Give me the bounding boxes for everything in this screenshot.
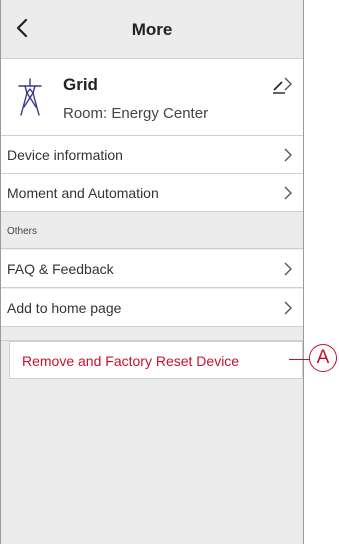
power-pylon-icon bbox=[18, 78, 42, 116]
chevron-right-icon bbox=[284, 301, 292, 315]
device-room: Room: Energy Center bbox=[63, 105, 209, 122]
remove-factory-reset-label: Remove and Factory Reset Device bbox=[22, 353, 240, 369]
section-divider bbox=[1, 327, 303, 341]
add-to-home-label: Add to home page bbox=[7, 300, 122, 316]
chevron-right-icon[interactable] bbox=[283, 76, 293, 92]
more-screen: More Grid Room: Energy Center Device inf… bbox=[0, 0, 304, 544]
chevron-right-icon bbox=[284, 262, 292, 276]
callout-marker: A bbox=[309, 344, 337, 372]
moment-automation-label: Moment and Automation bbox=[7, 185, 159, 201]
faq-feedback-row[interactable]: FAQ & Feedback bbox=[1, 250, 303, 288]
others-section-title: Others bbox=[7, 226, 38, 237]
device-card[interactable]: Grid Room: Energy Center bbox=[1, 59, 303, 136]
others-section-header: Others bbox=[1, 213, 303, 249]
chevron-right-icon bbox=[284, 186, 292, 200]
remove-factory-reset-button[interactable]: Remove and Factory Reset Device bbox=[9, 341, 303, 379]
faq-feedback-label: FAQ & Feedback bbox=[7, 261, 114, 277]
device-information-row[interactable]: Device information bbox=[1, 136, 303, 174]
moment-automation-row[interactable]: Moment and Automation bbox=[1, 174, 303, 212]
page-title: More bbox=[131, 20, 173, 39]
add-to-home-row[interactable]: Add to home page bbox=[1, 289, 303, 327]
device-information-label: Device information bbox=[7, 147, 123, 163]
header-bar: More bbox=[1, 0, 303, 59]
chevron-right-icon bbox=[284, 148, 292, 162]
callout-leader-line bbox=[289, 359, 310, 360]
device-name: Grid bbox=[63, 75, 98, 94]
